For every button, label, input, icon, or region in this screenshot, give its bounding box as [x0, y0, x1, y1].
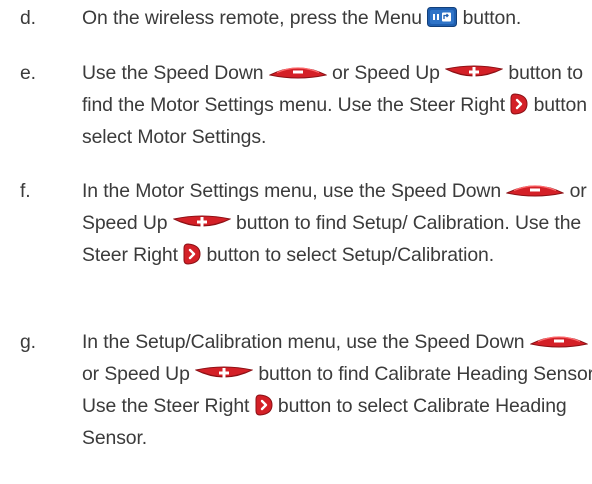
speed-up-button-icon: [172, 214, 231, 230]
speed-up-button-icon: [195, 365, 254, 381]
steer-right-button-icon: [183, 243, 201, 265]
step-text: In the Motor Settings menu, use the Spee…: [82, 175, 592, 271]
step-text-part: or Speed Up: [82, 363, 196, 385]
step-text-part: On the wireless remote, press the Menu: [82, 7, 428, 29]
step-text-part: In the Motor Settings menu, use the Spee…: [82, 180, 507, 202]
step-text-part: button to select Setup/Calibration.: [201, 244, 495, 266]
step-text-part: button.: [457, 7, 522, 29]
step-text: On the wireless remote, press the Menu b…: [82, 2, 592, 34]
step-text-part: or Speed Up: [326, 62, 446, 84]
step-marker: d.: [20, 7, 36, 29]
speed-down-button-icon: [268, 64, 327, 80]
step-text: Use the Speed Down or Speed Up button to…: [82, 57, 592, 153]
speed-up-button-icon: [445, 64, 504, 80]
step-text: In the Setup/Calibration menu, use the S…: [82, 326, 592, 454]
menu-button-icon: [427, 6, 458, 27]
steer-right-button-icon: [255, 394, 273, 416]
step-text-part: Use the Speed Down: [82, 62, 269, 84]
step-marker: e.: [20, 62, 36, 84]
step-d: d. On the wireless remote, press the Men…: [0, 2, 592, 34]
speed-down-button-icon: [506, 182, 565, 198]
steer-right-button-icon: [510, 93, 528, 115]
step-marker: f.: [20, 180, 31, 202]
step-e: e. Use the Speed Down or Speed Up button…: [0, 57, 592, 153]
step-f: f. In the Motor Settings menu, use the S…: [0, 175, 592, 271]
step-g: g. In the Setup/Calibration menu, use th…: [0, 326, 592, 454]
step-marker: g.: [20, 331, 36, 353]
step-text-part: In the Setup/Calibration menu, use the S…: [82, 331, 530, 353]
speed-down-button-icon: [529, 333, 588, 349]
